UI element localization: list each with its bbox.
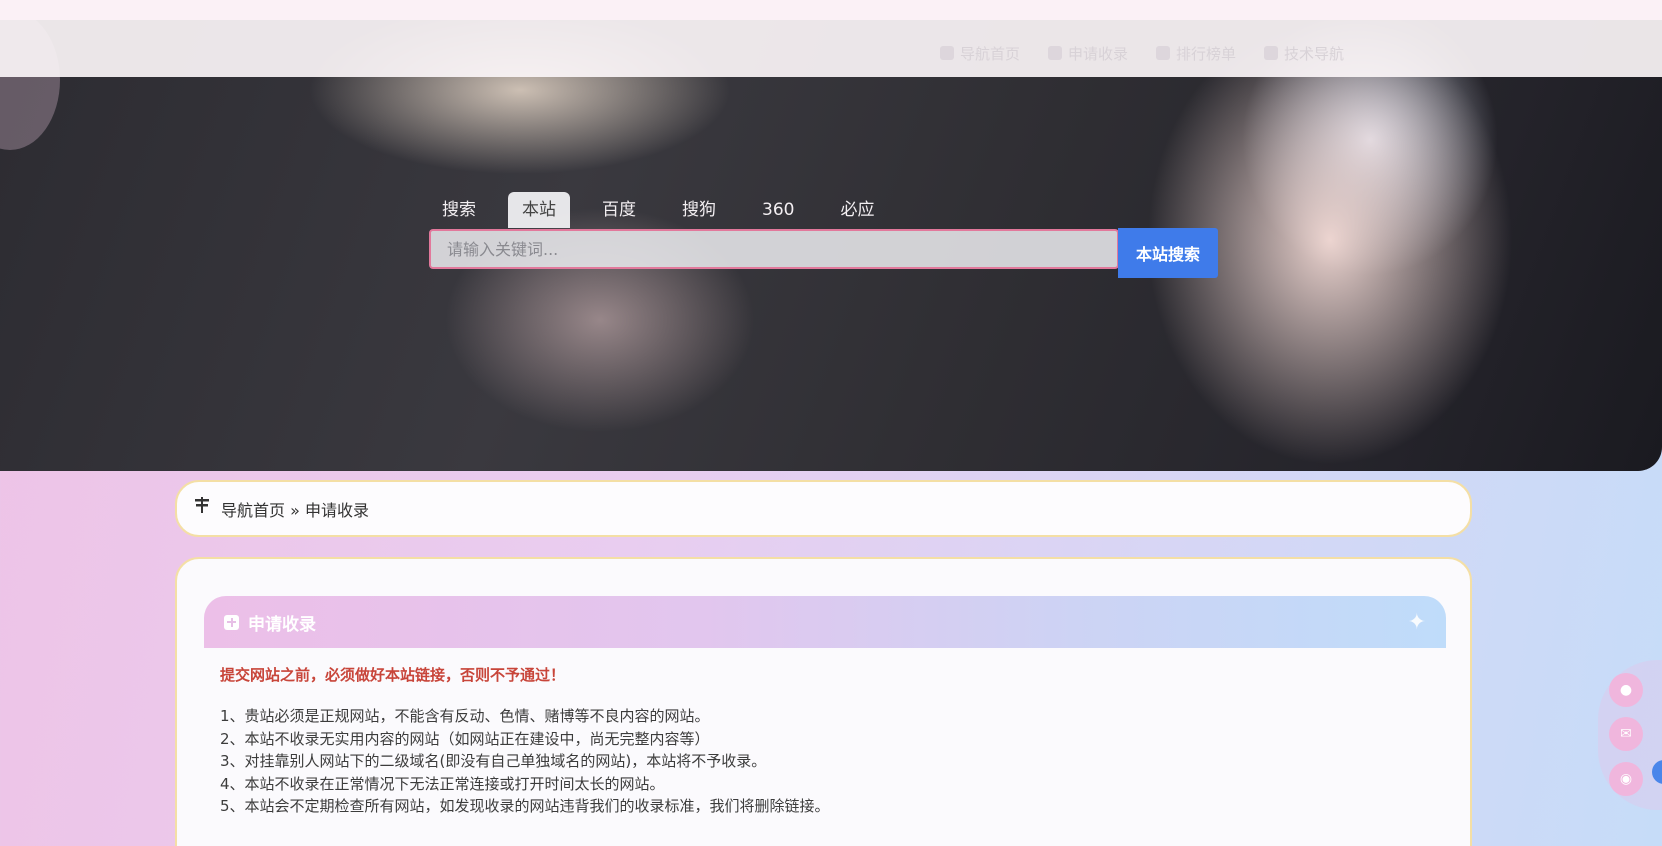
wechat-icon: ◉	[1619, 771, 1633, 787]
nav-item-submit[interactable]: 申请收录	[1048, 43, 1128, 64]
rule-item: 2、本站不收录无实用内容的网站（如网站正在建设中，尚无完整内容等）	[220, 729, 710, 748]
plus-square-icon	[1048, 46, 1063, 60]
trophy-icon	[1156, 46, 1171, 60]
mail-icon: ✉	[1620, 726, 1632, 742]
search-input[interactable]	[429, 229, 1119, 269]
tab-site[interactable]: 本站	[508, 192, 570, 228]
tab-360[interactable]: 360	[748, 192, 808, 228]
card-title: 申请收录	[248, 614, 316, 635]
top-nav-bar: 导航首页 申请收录 排行榜单 技术导航	[0, 20, 1662, 77]
breadcrumb-home-link[interactable]: 导航首页	[221, 501, 285, 520]
submit-site-card: 申请收录 ✦ 提交网站之前，必须做好本站链接，否则不予通过！ 1、贵站必须是正规…	[175, 557, 1472, 846]
rule-item: 3、对挂靠别人网站下的二级域名(即没有自己单独域名的网站)，本站将不予收录。	[220, 752, 767, 770]
home-icon	[940, 46, 954, 60]
wechat-button[interactable]: ◉	[1609, 762, 1643, 796]
nav-label: 导航首页	[960, 44, 1021, 63]
mail-button[interactable]: ✉	[1609, 717, 1643, 751]
tab-baidu[interactable]: 百度	[588, 192, 650, 228]
search-button[interactable]: 本站搜索	[1118, 228, 1218, 278]
search-engine-tabs: 搜索 本站 百度 搜狗 360 必应	[428, 192, 906, 228]
v-icon	[1264, 46, 1279, 60]
card-header: 申请收录 ✦	[204, 596, 1446, 648]
rules-list: 1、贵站必须是正规网站，不能含有反动、色情、赌博等不良内容的网站。 2、本站不收…	[220, 705, 1420, 818]
signpost-icon	[195, 496, 209, 513]
nav-label: 排行榜单	[1176, 44, 1237, 63]
nav-label: 申请收录	[1068, 44, 1129, 63]
top-strip	[0, 0, 1662, 20]
qq-button[interactable]: ●	[1609, 673, 1643, 707]
tab-sogou[interactable]: 搜狗	[668, 192, 730, 228]
nav-item-tech[interactable]: 技术导航	[1264, 43, 1344, 64]
main-nav: 导航首页 申请收录 排行榜单 技术导航	[940, 41, 1344, 65]
rule-item: 5、本站会不定期检查所有网站，如发现收录的网站违背我们的收录标准，我们将删除链接…	[220, 797, 830, 815]
nav-label: 技术导航	[1284, 44, 1345, 63]
tab-search[interactable]: 搜索	[428, 192, 490, 228]
sparkle-icon: ✦	[1407, 610, 1426, 635]
plus-square-icon	[224, 614, 239, 630]
rule-item: 4、本站不收录在正常情况下无法正常连接或打开时间太长的网站。	[220, 774, 665, 793]
breadcrumb: 导航首页 » 申请收录	[175, 480, 1472, 537]
nav-item-home[interactable]: 导航首页	[940, 43, 1020, 64]
warning-text: 提交网站之前，必须做好本站链接，否则不予通过！	[220, 666, 566, 684]
rule-item: 1、贵站必须是正规网站，不能含有反动、色情、赌博等不良内容的网站。	[220, 707, 710, 725]
card-body: 提交网站之前，必须做好本站链接，否则不予通过！ 1、贵站必须是正规网站，不能含有…	[220, 664, 1420, 818]
tab-bing[interactable]: 必应	[826, 192, 888, 228]
nav-item-ranking[interactable]: 排行榜单	[1156, 43, 1236, 64]
qq-icon: ●	[1619, 682, 1633, 698]
breadcrumb-current: 申请收录	[305, 500, 370, 520]
breadcrumb-separator: »	[290, 500, 300, 520]
